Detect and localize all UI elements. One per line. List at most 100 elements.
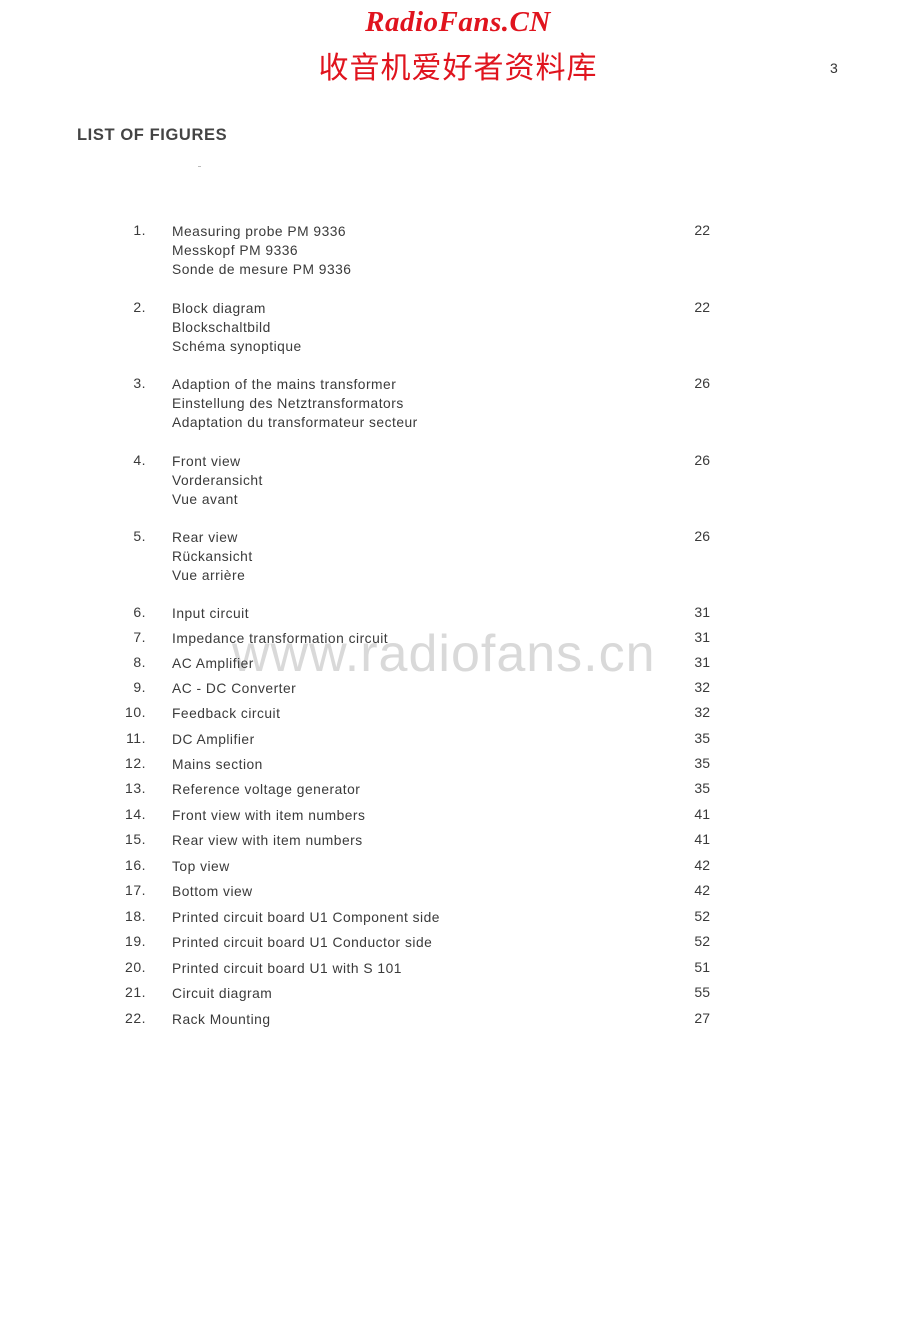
figure-page-number: 35 [694,780,710,796]
figure-page-number: 26 [694,375,710,391]
figure-captions: Measuring probe PM 9336 Messkopf PM 9336 S… [172,222,351,280]
figure-caption: Input circuit [172,606,250,621]
figure-page-number: 35 [694,755,710,771]
figure-captions: Impedance transformation circuit [172,629,388,648]
figure-captions: Feedback circuit [172,704,280,723]
figure-page-number: 42 [694,882,710,898]
figure-caption: Front view with item numbers [172,808,366,823]
figure-number: 14. [125,806,146,822]
figure-number: 2. [133,299,146,315]
figure-captions: Reference voltage generator [172,780,360,799]
figure-caption: Feedback circuit [172,706,281,721]
figure-number: 21. [125,984,146,1000]
figure-page-number: 22 [694,299,710,315]
figure-caption: AC - DC Converter [172,681,297,696]
figure-caption: Rückansicht [172,549,253,565]
figure-number: 6. [133,604,146,620]
figure-page-number: 52 [694,908,710,924]
figure-caption: Vorderansicht [172,473,263,489]
figure-page-number: 52 [694,933,710,949]
scan-artifact [198,166,201,167]
figure-number: 17. [125,882,146,898]
figure-captions: AC Amplifier [172,654,254,673]
figure-page-number: 32 [694,679,710,695]
figure-caption: Printed circuit board U1 Component side [172,910,440,925]
figure-number: 4. [133,452,146,468]
figure-number: 11. [126,730,146,746]
figure-captions: Rack Mounting [172,1010,271,1029]
figure-captions: Front view with item numbers [172,806,365,825]
figure-caption: Rear view with item numbers [172,833,363,848]
figure-caption: Printed circuit board U1 Conductor side [172,935,433,950]
figure-caption: Printed circuit board U1 with S 101 [172,961,402,976]
figure-captions: Adaption of the mains transformer Einstel… [172,375,418,433]
figure-number: 22. [125,1010,146,1026]
figure-number: 10. [125,704,146,720]
figure-captions: Rear view with item numbers [172,831,363,850]
brand-logo: RadioFans.CN [365,6,551,38]
brand-subtitle: 收音机爱好者资料库 [318,51,598,86]
figure-number: 20. [125,959,146,975]
page-number: 3 [830,60,838,76]
figure-page-number: 42 [694,857,710,873]
figure-caption: Impedance transformation circuit [172,631,389,646]
figure-caption: Vue avant [172,492,239,508]
figure-captions: Circuit diagram [172,984,272,1003]
figure-caption: Messkopf PM 9336 [172,243,299,259]
figure-page-number: 31 [694,604,710,620]
figure-captions: Printed circuit board U1 Component side [172,908,440,927]
page-title: LIST OF FIGURES [77,126,228,144]
figure-number: 7. [133,629,146,645]
figure-caption: Schéma synoptique [172,339,302,355]
figure-number: 15. [125,831,146,847]
figure-caption: Rack Mounting [172,1012,271,1027]
figure-captions: Bottom view [172,882,253,901]
figure-caption: Sonde de mesure PM 9336 [172,262,352,278]
figure-number: 5. [133,528,146,544]
figure-number: 19. [125,933,146,949]
figure-caption: Einstellung des Netztransformators [172,396,404,412]
figure-page-number: 55 [694,984,710,1000]
figure-caption: Bottom view [172,884,253,899]
figure-caption: Circuit diagram [172,986,273,1001]
figure-caption: Top view [172,859,230,874]
figure-caption: Rear view [172,530,238,545]
figure-caption: Mains section [172,757,263,772]
figure-captions: Top view [172,857,230,876]
figure-captions: Rear view Rückansicht Vue arrière [172,528,253,586]
figure-captions: AC - DC Converter [172,679,296,698]
figure-caption: Vue arrière [172,568,246,584]
figure-page-number: 51 [694,959,710,975]
figure-captions: Mains section [172,755,263,774]
figure-caption: Adaption of the mains transformer [172,377,397,392]
figure-captions: Printed circuit board U1 Conductor side [172,933,432,952]
figure-caption: Reference voltage generator [172,782,361,797]
figure-captions: Block diagram Blockschaltbild Schéma synop… [172,299,302,357]
figure-caption: Blockschaltbild [172,320,271,336]
figure-caption: AC Amplifier [172,656,254,671]
figure-page-number: 41 [694,806,710,822]
figure-captions: Input circuit [172,604,249,623]
figure-page-number: 22 [694,222,710,238]
figure-number: 12. [125,755,146,771]
figure-number: 18. [125,908,146,924]
figure-page-number: 32 [694,704,710,720]
figure-captions: Printed circuit board U1 with S 101 [172,959,402,978]
figure-caption: Front view [172,454,241,469]
figure-captions: DC Amplifier [172,730,255,749]
figure-number: 16. [125,857,146,873]
figure-page-number: 35 [694,730,710,746]
figure-caption: Measuring probe PM 9336 [172,224,347,239]
figure-captions: Front view Vorderansicht Vue avant [172,452,263,510]
figure-page-number: 31 [694,654,710,670]
figure-number: 13. [125,780,146,796]
figure-caption: Adaptation du transformateur secteur [172,415,418,431]
figure-caption: Block diagram [172,301,266,316]
figure-number: 8. [133,654,146,670]
figure-page-number: 41 [694,831,710,847]
figure-number: 1. [133,222,146,238]
figure-page-number: 26 [694,452,710,468]
figure-page-number: 26 [694,528,710,544]
figure-page-number: 31 [694,629,710,645]
figure-number: 9. [133,679,146,695]
